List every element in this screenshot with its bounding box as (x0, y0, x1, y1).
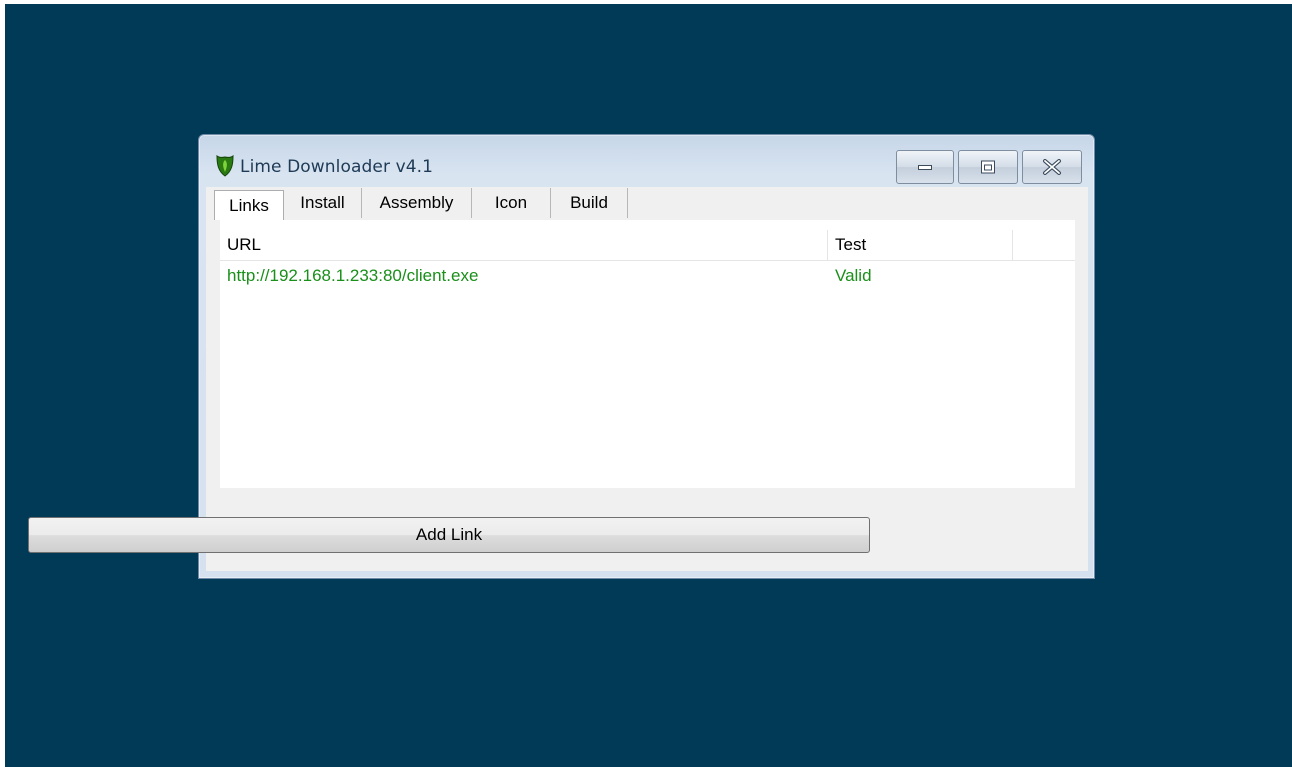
title-bar[interactable]: Lime Downloader v4.1 (199, 135, 1094, 187)
tab-build[interactable]: Build (551, 188, 628, 218)
column-header-test[interactable]: Test (828, 230, 1013, 260)
tab-assembly[interactable]: Assembly (362, 188, 472, 218)
window-client-area: Links Install Assembly Icon Build URL Te… (206, 187, 1088, 571)
tab-install[interactable]: Install (284, 188, 362, 218)
app-window: Lime Downloader v4.1 Links Install Assem… (198, 134, 1095, 579)
column-header-url[interactable]: URL (220, 230, 828, 260)
tab-links[interactable]: Links (214, 190, 284, 220)
maximize-button[interactable] (958, 150, 1018, 184)
links-tab-panel: URL Test http://192.168.1.233:80/client.… (220, 220, 1075, 488)
tab-icon[interactable]: Icon (472, 188, 551, 218)
links-list[interactable]: URL Test http://192.168.1.233:80/client.… (220, 230, 1075, 488)
column-header-filler (1013, 230, 1075, 260)
close-button[interactable] (1022, 150, 1082, 184)
window-title: Lime Downloader v4.1 (240, 157, 434, 177)
link-test-status: Valid (835, 266, 872, 285)
tab-strip: Links Install Assembly Icon Build (206, 187, 1088, 220)
minimize-button[interactable] (896, 150, 954, 184)
list-header: URL Test (220, 230, 1075, 261)
add-link-button[interactable]: Add Link (28, 517, 870, 553)
minimize-icon (918, 165, 932, 170)
shield-icon (216, 155, 234, 177)
maximize-icon (981, 160, 995, 174)
link-url: http://192.168.1.233:80/client.exe (227, 266, 479, 285)
close-icon (1043, 159, 1061, 175)
list-item[interactable]: http://192.168.1.233:80/client.exe Valid (220, 263, 1075, 289)
